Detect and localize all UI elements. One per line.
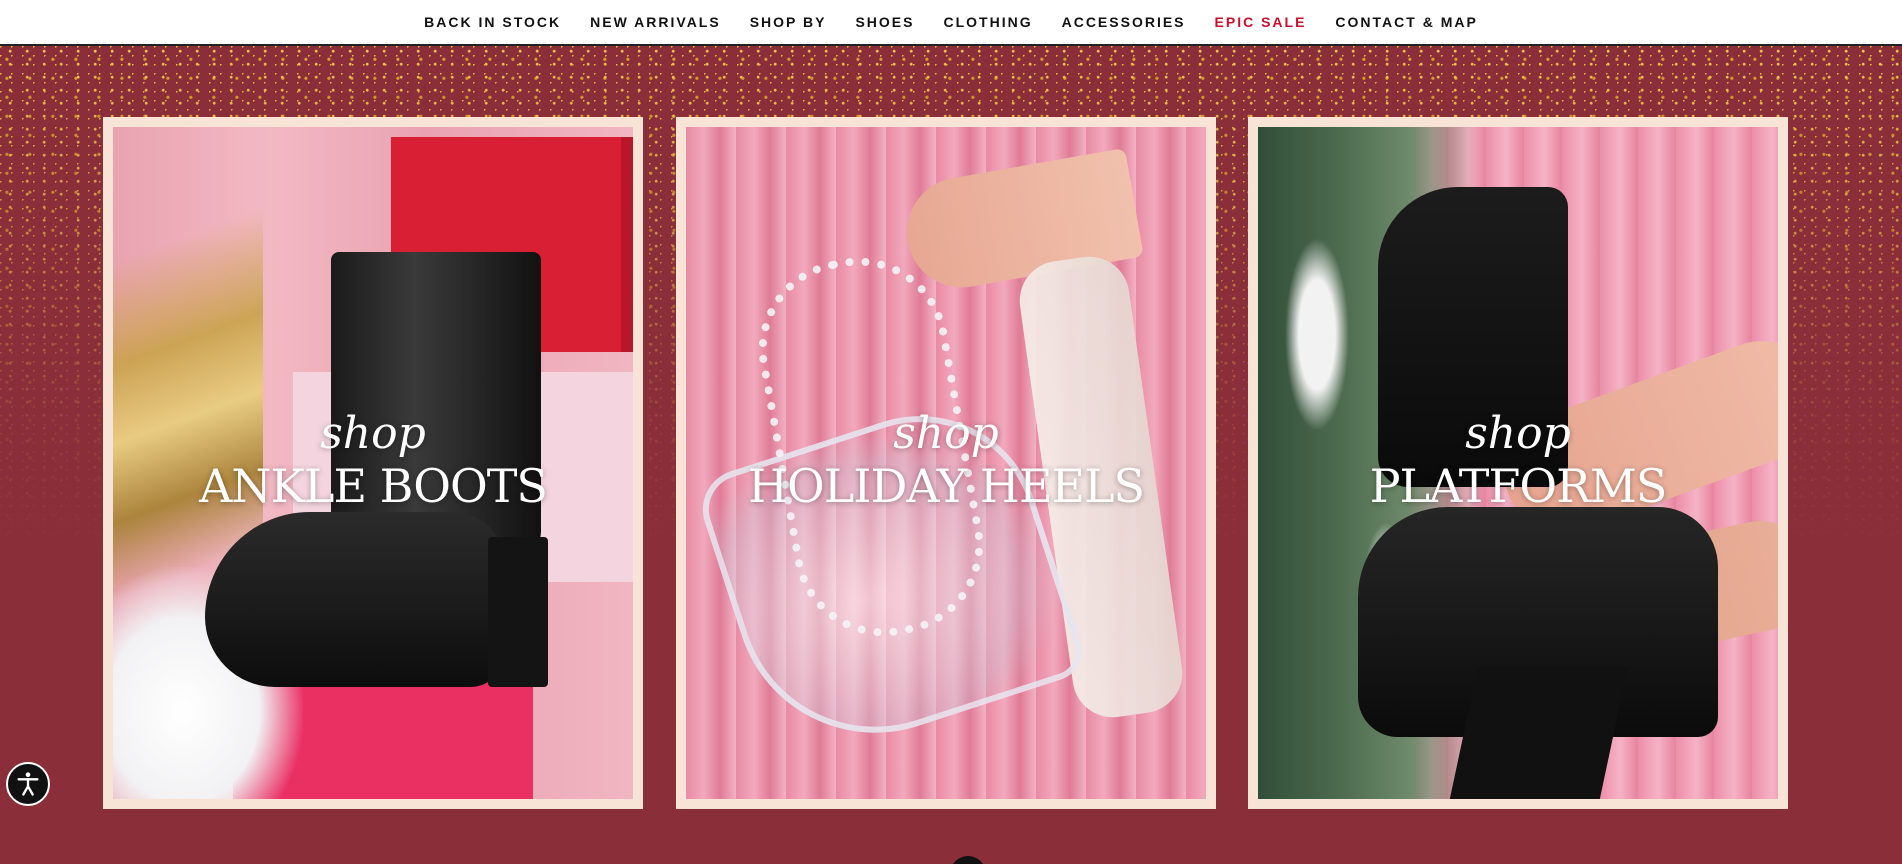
ankle-boots-title: ANKLE BOOTS xyxy=(199,459,548,513)
accessibility-button[interactable] xyxy=(6,762,50,806)
nav-contact-map[interactable]: CONTACT & MAP xyxy=(1335,14,1477,30)
platforms-kicker: shop xyxy=(1465,408,1571,459)
nav-accessories[interactable]: ACCESSORIES xyxy=(1062,14,1186,30)
card-ankle-boots[interactable]: shop ANKLE BOOTS xyxy=(103,117,643,809)
nav-epic-sale[interactable]: EPIC SALE xyxy=(1215,14,1307,30)
nav-new-arrivals[interactable]: NEW ARRIVALS xyxy=(590,14,721,30)
nav-shop-by[interactable]: SHOP BY xyxy=(750,14,827,30)
platforms-title: PLATFORMS xyxy=(1369,459,1668,513)
ankle-boots-label: shop ANKLE BOOTS xyxy=(113,408,633,514)
card-platforms[interactable]: shop PLATFORMS xyxy=(1248,117,1788,809)
ankle-boots-kicker: shop xyxy=(320,408,426,459)
nav-shoes[interactable]: SHOES xyxy=(855,14,914,30)
holiday-heels-kicker: shop xyxy=(893,408,999,459)
boot-heel xyxy=(488,537,548,687)
holiday-heels-label: shop HOLIDAY HEELS xyxy=(686,408,1206,514)
nav-clothing[interactable]: CLOTHING xyxy=(943,14,1032,30)
boot-toe xyxy=(205,512,505,687)
platform-heel xyxy=(1448,667,1628,799)
platforms-photo: shop PLATFORMS xyxy=(1258,127,1778,799)
holiday-heels-photo: shop HOLIDAY HEELS xyxy=(686,127,1206,799)
main-navigation: BACK IN STOCK NEW ARRIVALS SHOP BY SHOES… xyxy=(0,0,1902,46)
card-holiday-heels[interactable]: shop HOLIDAY HEELS xyxy=(676,117,1216,809)
holiday-heels-title: HOLIDAY HEELS xyxy=(747,459,1145,513)
nav-back-in-stock[interactable]: BACK IN STOCK xyxy=(424,14,561,30)
accessibility-icon xyxy=(17,772,39,796)
platforms-label: shop PLATFORMS xyxy=(1258,408,1778,514)
ankle-boots-photo: shop ANKLE BOOTS xyxy=(113,127,633,799)
